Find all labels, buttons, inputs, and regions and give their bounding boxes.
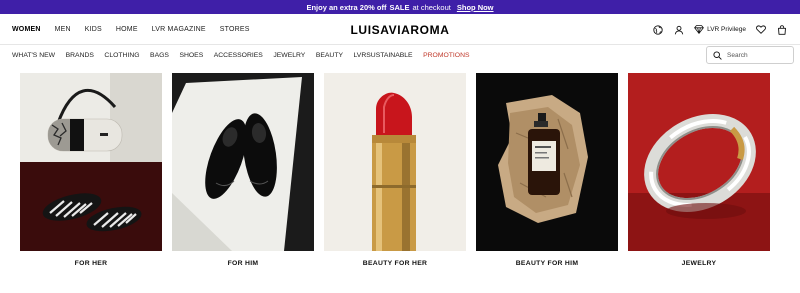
category-jewelry[interactable]: JEWELRY: [273, 52, 305, 59]
diamond-icon: [694, 25, 704, 34]
category-nav: WHAT'S NEW BRANDS CLOTHING BAGS SHOES AC…: [12, 45, 470, 66]
tile-jewelry-image: [628, 73, 770, 251]
tile-beauty-for-him-image: [476, 73, 618, 251]
tile-for-her-image: [20, 73, 162, 251]
search-box[interactable]: [706, 46, 794, 64]
promo-trail-text: at checkout: [412, 2, 451, 12]
category-bags[interactable]: BAGS: [150, 52, 169, 59]
search-input[interactable]: [727, 51, 789, 59]
tile-beauty-for-him-caption: BEAUTY FOR HIM: [515, 260, 579, 267]
tab-men[interactable]: MEN: [55, 26, 71, 33]
gender-nav: WOMEN MEN KIDS HOME LVR MAGAZINE STORES: [12, 14, 250, 45]
tab-kids[interactable]: KIDS: [85, 26, 102, 33]
lvr-privilege-label: LVR Privilege: [707, 26, 746, 33]
globe-icon[interactable]: [652, 24, 664, 36]
tile-jewelry-caption: JEWELRY: [681, 260, 717, 267]
category-tiles: FOR HER FOR HIM BEAUTY FOR HER BEAUTY FO…: [20, 73, 772, 278]
tile-beauty-for-him[interactable]: BEAUTY FOR HIM: [476, 73, 618, 267]
tile-beauty-for-her-image: [324, 73, 466, 251]
tab-lvr-magazine[interactable]: LVR MAGAZINE: [152, 26, 206, 33]
user-icon[interactable]: [673, 24, 685, 36]
tile-for-him-caption: FOR HIM: [227, 260, 259, 267]
category-beauty[interactable]: BEAUTY: [316, 52, 343, 59]
category-nav-bar: WHAT'S NEW BRANDS CLOTHING BAGS SHOES AC…: [0, 45, 800, 66]
category-shoes[interactable]: SHOES: [179, 52, 203, 59]
search-icon: [713, 50, 722, 60]
top-header: WOMEN MEN KIDS HOME LVR MAGAZINE STORES …: [0, 14, 800, 45]
category-whats-new[interactable]: WHAT'S NEW: [12, 52, 55, 59]
logo-text[interactable]: LUISAVIAROMA: [351, 23, 450, 37]
tile-for-her[interactable]: FOR HER: [20, 73, 162, 267]
tab-women[interactable]: WOMEN: [12, 26, 41, 33]
category-promotions[interactable]: PROMOTIONS: [423, 52, 469, 59]
heart-icon[interactable]: [755, 24, 767, 36]
category-brands[interactable]: BRANDS: [66, 52, 94, 59]
tile-for-her-caption: FOR HER: [74, 260, 108, 267]
promo-lead-text: Enjoy an extra 20% off: [306, 2, 387, 12]
category-clothing[interactable]: CLOTHING: [104, 52, 139, 59]
shopping-bag-icon[interactable]: [776, 24, 788, 36]
tile-for-him[interactable]: FOR HIM: [172, 73, 314, 267]
utility-nav: LVR Privilege: [652, 14, 788, 45]
shop-now-link[interactable]: Shop Now: [457, 3, 494, 12]
tab-home[interactable]: HOME: [116, 26, 138, 33]
tile-beauty-for-her-caption: BEAUTY FOR HER: [362, 260, 428, 267]
tile-for-him-image: [172, 73, 314, 251]
category-lvrsustainable[interactable]: LVRSUSTAINABLE: [354, 52, 413, 59]
lvr-privilege-link[interactable]: LVR Privilege: [694, 25, 746, 34]
tile-jewelry[interactable]: JEWELRY: [628, 73, 770, 267]
category-accessories[interactable]: ACCESSORIES: [214, 52, 263, 59]
promo-sale-text: SALE: [389, 2, 410, 12]
tile-beauty-for-her[interactable]: BEAUTY FOR HER: [324, 73, 466, 267]
promo-banner: Enjoy an extra 20% off SALE at checkout …: [0, 0, 800, 14]
tab-stores[interactable]: STORES: [220, 26, 250, 33]
